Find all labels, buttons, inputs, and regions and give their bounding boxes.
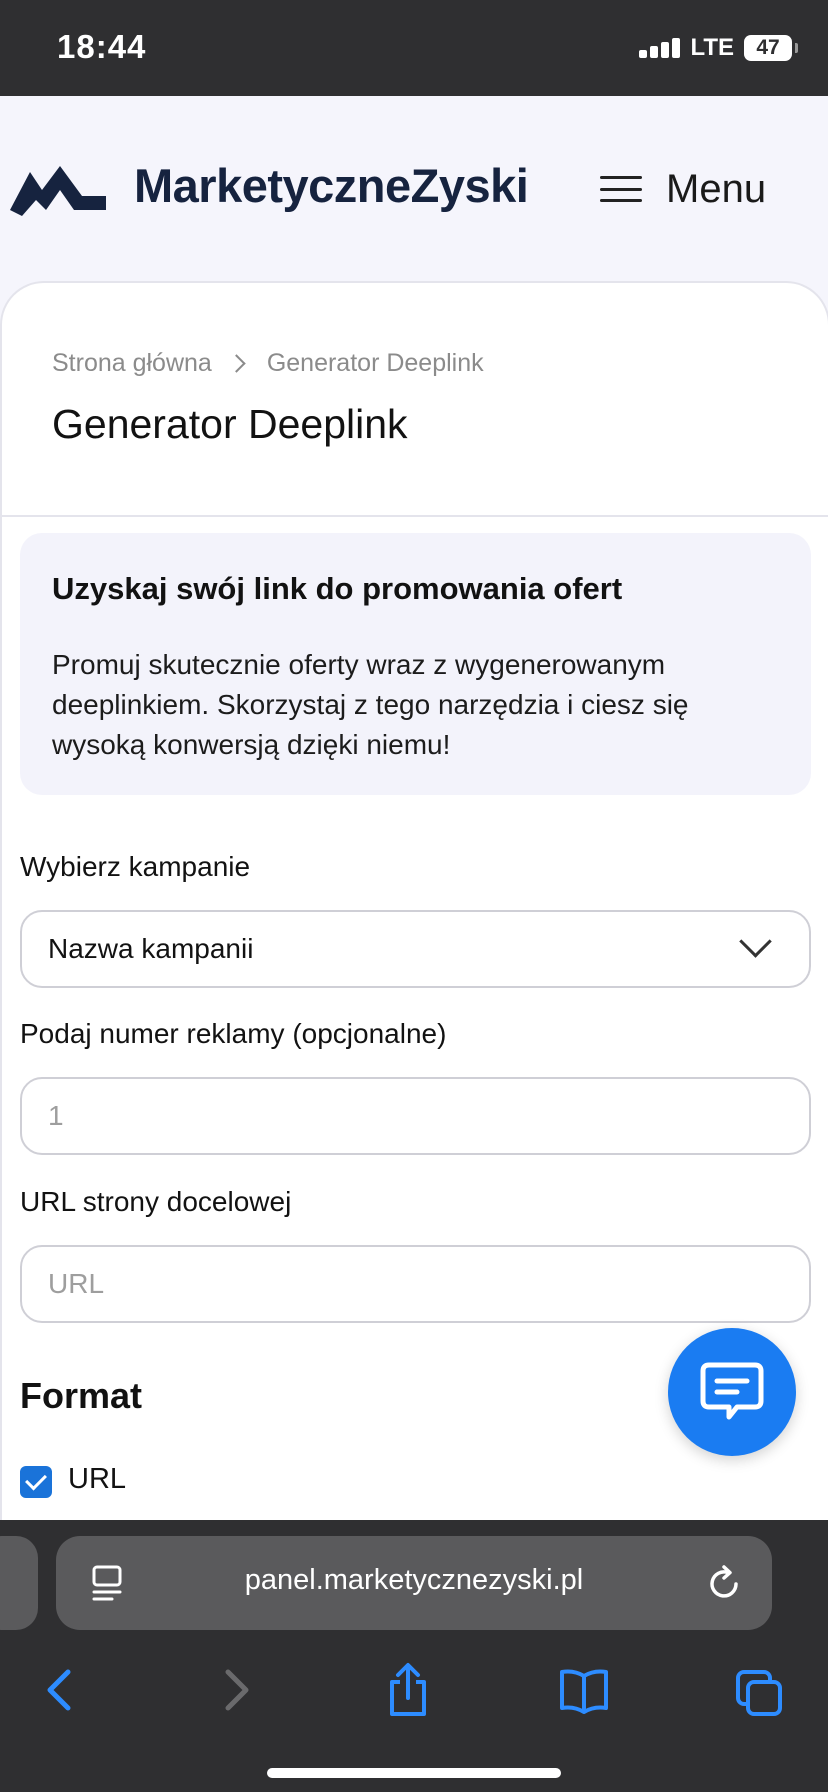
campaign-select[interactable]: Nazwa kampanii bbox=[20, 910, 811, 988]
signal-icon bbox=[639, 38, 681, 58]
browser-toolbar: panel.marketycznezyski.pl bbox=[0, 1520, 828, 1792]
ad-number-placeholder: 1 bbox=[48, 1100, 64, 1131]
breadcrumb: Strona główna Generator Deeplink bbox=[52, 349, 484, 378]
share-icon[interactable] bbox=[384, 1662, 432, 1718]
site-header: MarketyczneZyski Menu bbox=[0, 96, 828, 282]
format-title: Format bbox=[20, 1375, 143, 1416]
ad-number-input[interactable]: 1 bbox=[20, 1077, 811, 1155]
logo-text[interactable]: MarketyczneZyski bbox=[134, 158, 529, 213]
ad-number-label: Podaj numer reklamy (opcjonalne) bbox=[20, 1018, 447, 1049]
campaign-select-value: Nazwa kampanii bbox=[48, 933, 254, 964]
tabs-icon[interactable] bbox=[734, 1668, 786, 1718]
info-text: Promuj skutecznie oferty wraz z wygenero… bbox=[52, 649, 689, 760]
url-label: URL strony docelowej bbox=[20, 1186, 292, 1217]
reload-icon[interactable] bbox=[706, 1564, 742, 1602]
hamburger-icon bbox=[600, 176, 642, 202]
bookmarks-icon[interactable] bbox=[558, 1668, 610, 1714]
home-indicator bbox=[267, 1768, 561, 1778]
url-input[interactable]: URL bbox=[20, 1245, 811, 1323]
back-icon[interactable] bbox=[40, 1668, 80, 1712]
page-title: Generator Deeplink bbox=[52, 401, 408, 447]
chevron-right-icon bbox=[227, 354, 246, 373]
forward-icon[interactable] bbox=[216, 1668, 256, 1712]
info-title: Uzyskaj swój link do promowania ofert bbox=[52, 571, 623, 606]
menu-label: Menu bbox=[666, 166, 767, 211]
divider bbox=[2, 515, 828, 517]
menu-button[interactable]: Menu bbox=[600, 154, 766, 224]
battery-icon: 47 bbox=[744, 35, 798, 61]
url-placeholder: URL bbox=[48, 1268, 105, 1299]
address-bar-url: panel.marketycznezyski.pl bbox=[244, 1564, 584, 1596]
chat-button[interactable] bbox=[668, 1328, 796, 1456]
format-url-checkbox[interactable] bbox=[20, 1466, 52, 1498]
logo-mark-icon[interactable] bbox=[8, 160, 108, 216]
breadcrumb-current: Generator Deeplink bbox=[266, 349, 484, 377]
status-bar: 18:44 LTE 47 bbox=[0, 0, 828, 96]
format-url-label[interactable]: URL bbox=[68, 1463, 126, 1496]
network-type: LTE bbox=[690, 34, 734, 61]
breadcrumb-home-link[interactable]: Strona główna bbox=[52, 349, 212, 378]
campaign-label: Wybierz kampanie bbox=[20, 851, 251, 882]
chat-icon bbox=[700, 1362, 764, 1420]
info-box: Uzyskaj swój link do promowania ofert Pr… bbox=[20, 533, 811, 795]
status-indicators: LTE 47 bbox=[639, 34, 798, 62]
address-bar[interactable]: panel.marketycznezyski.pl bbox=[56, 1536, 772, 1630]
status-time: 18:44 bbox=[57, 28, 147, 65]
previous-tab-peek[interactable] bbox=[0, 1536, 38, 1630]
browser-nav-row bbox=[0, 1650, 828, 1740]
chevron-down-icon bbox=[739, 925, 772, 958]
